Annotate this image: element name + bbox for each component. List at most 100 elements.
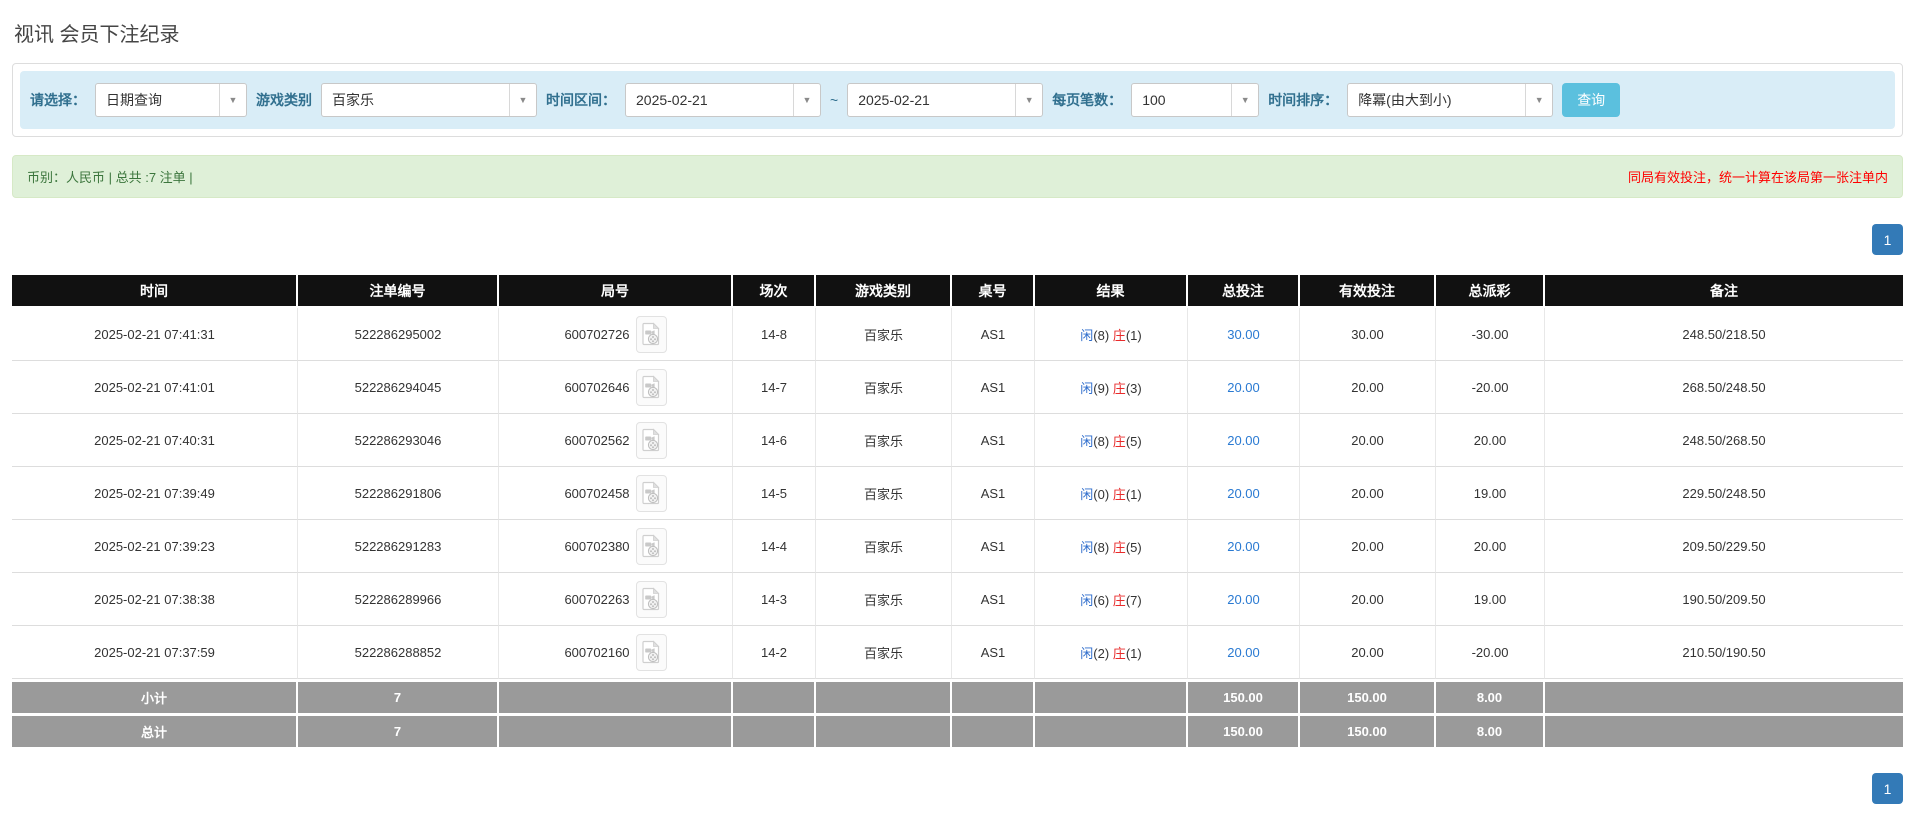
cell-total-bet: 20.00 — [1188, 520, 1300, 573]
query-type-dropdown[interactable]: 日期查询 ▼ — [95, 83, 247, 117]
banker-result-label: 庄 — [1112, 592, 1126, 608]
date-from-dropdown[interactable]: 2025-02-21 ▼ — [625, 83, 821, 117]
cell-total-bet: 20.00 — [1188, 467, 1300, 520]
cell-result: 闲(0) 庄(1) — [1035, 467, 1188, 520]
cell-session: 14-7 — [733, 361, 816, 414]
banker-result-label: 庄 — [1112, 433, 1126, 449]
total-bet-link[interactable]: 30.00 — [1227, 327, 1260, 342]
cell-bet-no: 522286295002 — [298, 308, 499, 361]
video-file-icon — [642, 428, 660, 452]
cell-total-bet: 20.00 — [1188, 414, 1300, 467]
cell-table-no: AS1 — [952, 308, 1035, 361]
cell-round-no: 600702160 — [499, 626, 733, 679]
cell-game-type: 百家乐 — [816, 308, 952, 361]
video-replay-button[interactable] — [635, 368, 667, 406]
time-sort-label: 时间排序： — [1268, 92, 1339, 108]
video-file-icon — [642, 534, 660, 558]
chevron-down-icon: ▼ — [1015, 84, 1042, 116]
query-type-value: 日期查询 — [106, 92, 162, 108]
filter-bar: 请选择： 日期查询 ▼ 游戏类别 百家乐 ▼ 时间区间： 2025-02-21 … — [20, 71, 1895, 129]
total-bet-link[interactable]: 20.00 — [1227, 380, 1260, 395]
video-file-icon — [642, 481, 660, 505]
cell-remark: 229.50/248.50 — [1545, 467, 1903, 520]
table-row: 2025-02-21 07:39:23 522286291283 6007023… — [12, 520, 1903, 573]
cell-remark: 210.50/190.50 — [1545, 626, 1903, 679]
select-type-label: 请选择： — [30, 92, 86, 108]
game-type-dropdown[interactable]: 百家乐 ▼ — [321, 83, 537, 117]
game-type-value: 百家乐 — [332, 92, 374, 108]
cell-game-type: 百家乐 — [816, 361, 952, 414]
video-replay-button[interactable] — [635, 633, 667, 671]
table-row: 2025-02-21 07:38:38 522286289966 6007022… — [12, 573, 1903, 626]
cell-table-no: AS1 — [952, 414, 1035, 467]
player-result-label: 闲 — [1080, 380, 1094, 396]
search-button[interactable]: 查询 — [1562, 83, 1621, 117]
cell-remark: 248.50/268.50 — [1545, 414, 1903, 467]
video-replay-button[interactable] — [635, 527, 667, 565]
total-bet-link[interactable]: 20.00 — [1227, 486, 1260, 501]
chevron-down-icon: ▼ — [793, 84, 820, 116]
date-to-dropdown[interactable]: 2025-02-21 ▼ — [847, 83, 1044, 117]
total-bet-link[interactable]: 20.00 — [1227, 592, 1260, 607]
cell-remark: 268.50/248.50 — [1545, 361, 1903, 414]
video-replay-button[interactable] — [635, 315, 667, 353]
total-bet-link[interactable]: 20.00 — [1227, 539, 1260, 554]
cell-game-type: 百家乐 — [816, 573, 952, 626]
cell-payout: 19.00 — [1436, 573, 1545, 626]
table-row: 2025-02-21 07:41:01 522286294045 6007026… — [12, 361, 1903, 414]
cell-time: 2025-02-21 07:41:01 — [12, 361, 298, 414]
cell-round-no: 600702458 — [499, 467, 733, 520]
currency-total-text: 币别：人民币 | 总共 :7 注单 | — [27, 170, 193, 185]
video-replay-button[interactable] — [635, 474, 667, 512]
video-replay-button[interactable] — [635, 421, 667, 459]
cell-payout: -20.00 — [1436, 361, 1545, 414]
total-bet-link[interactable]: 20.00 — [1227, 645, 1260, 660]
banker-result-label: 庄 — [1112, 539, 1126, 555]
page-1-button[interactable]: 1 — [1872, 224, 1903, 255]
cell-result: 闲(8) 庄(5) — [1035, 520, 1188, 573]
header-time: 时间 — [12, 275, 298, 308]
cell-game-type: 百家乐 — [816, 626, 952, 679]
header-game-type: 游戏类别 — [816, 275, 952, 308]
page-1-button[interactable]: 1 — [1872, 773, 1903, 804]
cell-time: 2025-02-21 07:41:31 — [12, 308, 298, 361]
table-body: 2025-02-21 07:41:31 522286295002 6007027… — [12, 308, 1903, 679]
cell-time: 2025-02-21 07:37:59 — [12, 626, 298, 679]
total-bet-link[interactable]: 20.00 — [1227, 433, 1260, 448]
date-range-label: 时间区间： — [546, 92, 616, 108]
page-size-label: 每页笔数： — [1052, 92, 1123, 108]
cell-total-bet: 30.00 — [1188, 308, 1300, 361]
cell-game-type: 百家乐 — [816, 414, 952, 467]
cell-bet-no: 522286294045 — [298, 361, 499, 414]
header-round-no: 局号 — [499, 275, 733, 308]
player-result-label: 闲 — [1080, 645, 1094, 661]
page-size-dropdown[interactable]: 100 ▼ — [1131, 83, 1260, 117]
video-file-icon — [642, 322, 660, 346]
video-replay-button[interactable] — [635, 580, 667, 618]
cell-table-no: AS1 — [952, 573, 1035, 626]
chevron-down-icon: ▼ — [219, 84, 246, 116]
date-from-value: 2025-02-21 — [636, 92, 708, 108]
summary-bar: 币别：人民币 | 总共 :7 注单 | 同局有效投注，统一计算在该局第一张注单内 — [12, 155, 1903, 198]
cell-time: 2025-02-21 07:39:23 — [12, 520, 298, 573]
cell-round-no: 600702263 — [499, 573, 733, 626]
table-row: 2025-02-21 07:41:31 522286295002 6007027… — [12, 308, 1903, 361]
time-sort-dropdown[interactable]: 降冪(由大到小) ▼ — [1347, 83, 1554, 117]
cell-total-bet: 20.00 — [1188, 626, 1300, 679]
cell-time: 2025-02-21 07:38:38 — [12, 573, 298, 626]
valid-bet-note: 同局有效投注，统一计算在该局第一张注单内 — [1627, 170, 1888, 185]
page-title: 视讯 会员下注纪录 — [14, 24, 180, 46]
cell-bet-no: 522286291806 — [298, 467, 499, 520]
cell-round-no: 600702646 — [499, 361, 733, 414]
cell-remark: 209.50/229.50 — [1545, 520, 1903, 573]
cell-valid-bet: 20.00 — [1300, 414, 1436, 467]
date-to-value: 2025-02-21 — [858, 92, 930, 108]
subtotal-count: 7 — [298, 679, 499, 713]
subtotal-valid-bet: 150.00 — [1300, 679, 1436, 713]
cell-bet-no: 522286293046 — [298, 414, 499, 467]
cell-valid-bet: 20.00 — [1300, 626, 1436, 679]
header-session: 场次 — [733, 275, 816, 308]
subtotal-label: 小计 — [12, 679, 298, 713]
player-result-label: 闲 — [1080, 486, 1094, 502]
header-valid-bet: 有效投注 — [1300, 275, 1436, 308]
